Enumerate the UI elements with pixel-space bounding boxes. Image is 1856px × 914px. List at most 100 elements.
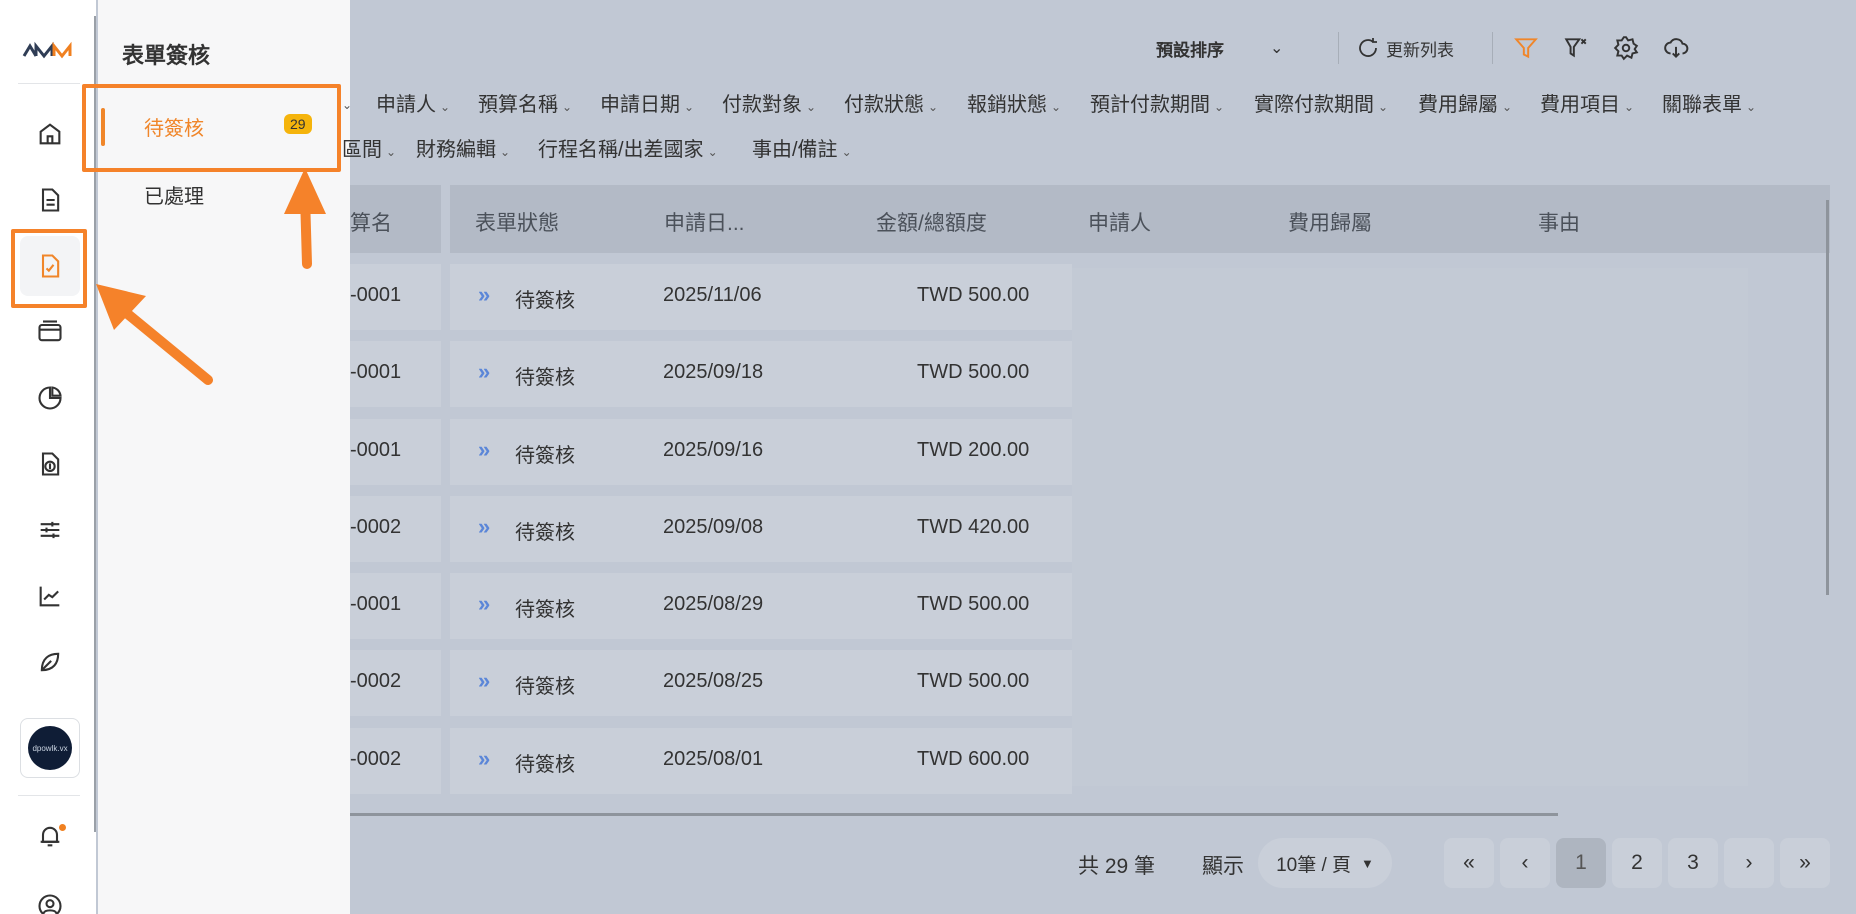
column-header-status[interactable]: 表單狀態 xyxy=(475,207,559,237)
next-page-button[interactable]: › xyxy=(1724,838,1774,888)
caret-down-icon: ▼ xyxy=(1361,855,1374,871)
chevron-down-icon: ⌄ xyxy=(928,100,939,114)
filter-label: 費用項目 xyxy=(1540,94,1620,116)
settings-button[interactable] xyxy=(1613,30,1639,66)
column-header-budget[interactable]: 算名 xyxy=(350,207,392,237)
cell-date: 2025/08/01 xyxy=(663,748,764,770)
column-header-cost-owner[interactable]: 費用歸屬 xyxy=(1288,207,1372,237)
page-size-value: 10筆 / 頁 xyxy=(1276,854,1352,876)
expense-button[interactable] xyxy=(20,434,80,494)
table-row[interactable]: -0001 » 待簽核 2025/09/18 TWD 500.00 xyxy=(350,341,1830,407)
chevron-down-icon: ⌄ xyxy=(1624,100,1635,114)
active-indicator xyxy=(101,108,105,146)
filter-reason[interactable]: 事由/備註 ⌄ xyxy=(752,133,852,162)
cell-budget-id: -0001 xyxy=(350,284,402,306)
cell-budget-id: -0002 xyxy=(350,748,402,770)
filter-label: 報銷狀態 xyxy=(967,94,1047,116)
document-icon xyxy=(41,188,60,212)
submenu-item-processed[interactable]: 已處理 xyxy=(98,166,350,222)
filter-trip[interactable]: 行程名稱/出差國家 ⌄ xyxy=(538,133,718,162)
column-header-applicant[interactable]: 申請人 xyxy=(1088,207,1151,237)
filter-budget[interactable]: 預算名稱 ⌄ xyxy=(478,88,572,117)
chevron-down-icon: ⌄ xyxy=(1214,100,1225,114)
filter-payee[interactable]: 付款對象 ⌄ xyxy=(722,88,816,117)
home-icon xyxy=(39,123,61,145)
filter-label: 付款狀態 xyxy=(844,94,924,116)
chevron-down-icon: ⌄ xyxy=(562,100,573,114)
filter-cost-item[interactable]: 費用項目 ⌄ xyxy=(1540,88,1634,117)
filter-apply-date[interactable]: 申請日期 ⌄ xyxy=(600,88,694,117)
cell-amount: TWD 600.00 xyxy=(917,748,1030,770)
filter-period[interactable]: 區間 ⌄ xyxy=(342,133,396,162)
table-row[interactable]: -0001 » 待簽核 2025/11/06 TWD 500.00 xyxy=(350,264,1830,330)
filter-cost-owner[interactable]: 費用歸屬 ⌄ xyxy=(1418,88,1512,117)
eco-button[interactable] xyxy=(20,632,80,692)
report-button[interactable] xyxy=(20,368,80,428)
page-size-select[interactable]: 10筆 / 頁 ▼ xyxy=(1258,838,1392,888)
cell-amount: TWD 200.00 xyxy=(917,439,1030,461)
column-header-amount[interactable]: 金額/總額度 xyxy=(876,207,987,237)
table-header: 算名 表單狀態 申請日... 金額/總額度 申請人 費用歸屬 事由 xyxy=(350,185,1830,253)
filter-chevron-icon[interactable]: ⌄ xyxy=(338,92,352,115)
rail-separator xyxy=(18,795,80,796)
table-row[interactable]: -0001 » 待簽核 2025/08/29 TWD 500.00 xyxy=(350,573,1830,639)
table-row[interactable]: -0002 » 待簽核 2025/08/01 TWD 600.00 xyxy=(350,728,1830,794)
last-page-button[interactable]: » xyxy=(1780,838,1830,888)
app-logo-icon[interactable] xyxy=(22,34,78,66)
cell-status: 待簽核 xyxy=(515,367,575,389)
filter-button[interactable] xyxy=(1513,30,1539,66)
settings-sliders-button[interactable] xyxy=(20,500,80,560)
submenu-item-label: 已處理 xyxy=(144,185,204,208)
document-check-icon xyxy=(41,254,60,278)
column-header-reason[interactable]: 事由 xyxy=(1538,207,1580,237)
cell-budget-id: -0002 xyxy=(350,516,402,538)
submenu-item-pending[interactable]: 待簽核 29 xyxy=(98,98,350,154)
home-button[interactable] xyxy=(20,104,80,164)
filter-expected-period[interactable]: 預計付款期間 ⌄ xyxy=(1090,88,1224,117)
page-1-button[interactable]: 1 xyxy=(1556,838,1606,888)
chevrons-right-icon: » xyxy=(478,591,491,616)
page-3-button[interactable]: 3 xyxy=(1668,838,1718,888)
org-avatar[interactable]: dpowlk.vx xyxy=(20,718,80,778)
refresh-icon xyxy=(1359,38,1377,57)
profile-button[interactable] xyxy=(20,876,80,914)
download-button[interactable] xyxy=(1663,30,1689,66)
cell-status: 待簽核 xyxy=(515,676,575,698)
chevron-down-icon: ⌄ xyxy=(386,145,397,159)
cell-status: 待簽核 xyxy=(515,445,575,467)
filter-payment-status[interactable]: 付款狀態 ⌄ xyxy=(844,88,938,117)
cell-status: 待簽核 xyxy=(515,599,575,621)
prev-page-button[interactable]: ‹ xyxy=(1500,838,1550,888)
cell-status: 待簽核 xyxy=(515,290,575,312)
refresh-button[interactable]: 更新列表 xyxy=(1356,30,1454,66)
column-header-date[interactable]: 申請日... xyxy=(664,207,745,237)
sort-select[interactable]: 預設排序 ⌄ xyxy=(1156,30,1283,66)
filter-linked-form[interactable]: 關聯表單 ⌄ xyxy=(1662,88,1756,117)
notification-button[interactable] xyxy=(20,806,80,866)
approval-submenu: 表單簽核 待簽核 29 已處理 xyxy=(98,0,350,914)
card-button[interactable] xyxy=(20,302,80,362)
filter-icon xyxy=(1514,38,1538,59)
horizontal-scrollbar[interactable] xyxy=(350,813,1558,816)
table-row[interactable]: -0002 » 待簽核 2025/08/25 TWD 500.00 xyxy=(350,650,1830,716)
document-button[interactable] xyxy=(20,170,80,230)
filter-reimburse-status[interactable]: 報銷狀態 ⌄ xyxy=(967,88,1061,117)
approval-button[interactable] xyxy=(20,236,80,296)
cell-amount: TWD 500.00 xyxy=(917,361,1030,383)
sliders-icon xyxy=(40,521,60,539)
filter-actual-period[interactable]: 實際付款期間 ⌄ xyxy=(1254,88,1388,117)
analytics-button[interactable] xyxy=(20,566,80,626)
table-row[interactable]: -0001 » 待簽核 2025/09/16 TWD 200.00 xyxy=(350,419,1830,485)
first-page-button[interactable]: « xyxy=(1444,838,1494,888)
clear-filter-button[interactable] xyxy=(1563,30,1589,66)
filter-finance-edit[interactable]: 財務編輯 ⌄ xyxy=(416,133,510,162)
pie-chart-icon xyxy=(38,386,62,410)
cell-date: 2025/08/25 xyxy=(663,670,764,692)
page-2-button[interactable]: 2 xyxy=(1612,838,1662,888)
filter-applicant[interactable]: 申請人 ⌄ xyxy=(376,88,450,117)
table-row[interactable]: -0002 » 待簽核 2025/09/08 TWD 420.00 xyxy=(350,496,1830,562)
pending-count-badge: 29 xyxy=(284,114,312,134)
chevron-down-icon: ⌄ xyxy=(1270,40,1284,57)
vertical-scrollbar[interactable] xyxy=(1826,200,1829,595)
cell-date: 2025/09/18 xyxy=(663,361,764,383)
